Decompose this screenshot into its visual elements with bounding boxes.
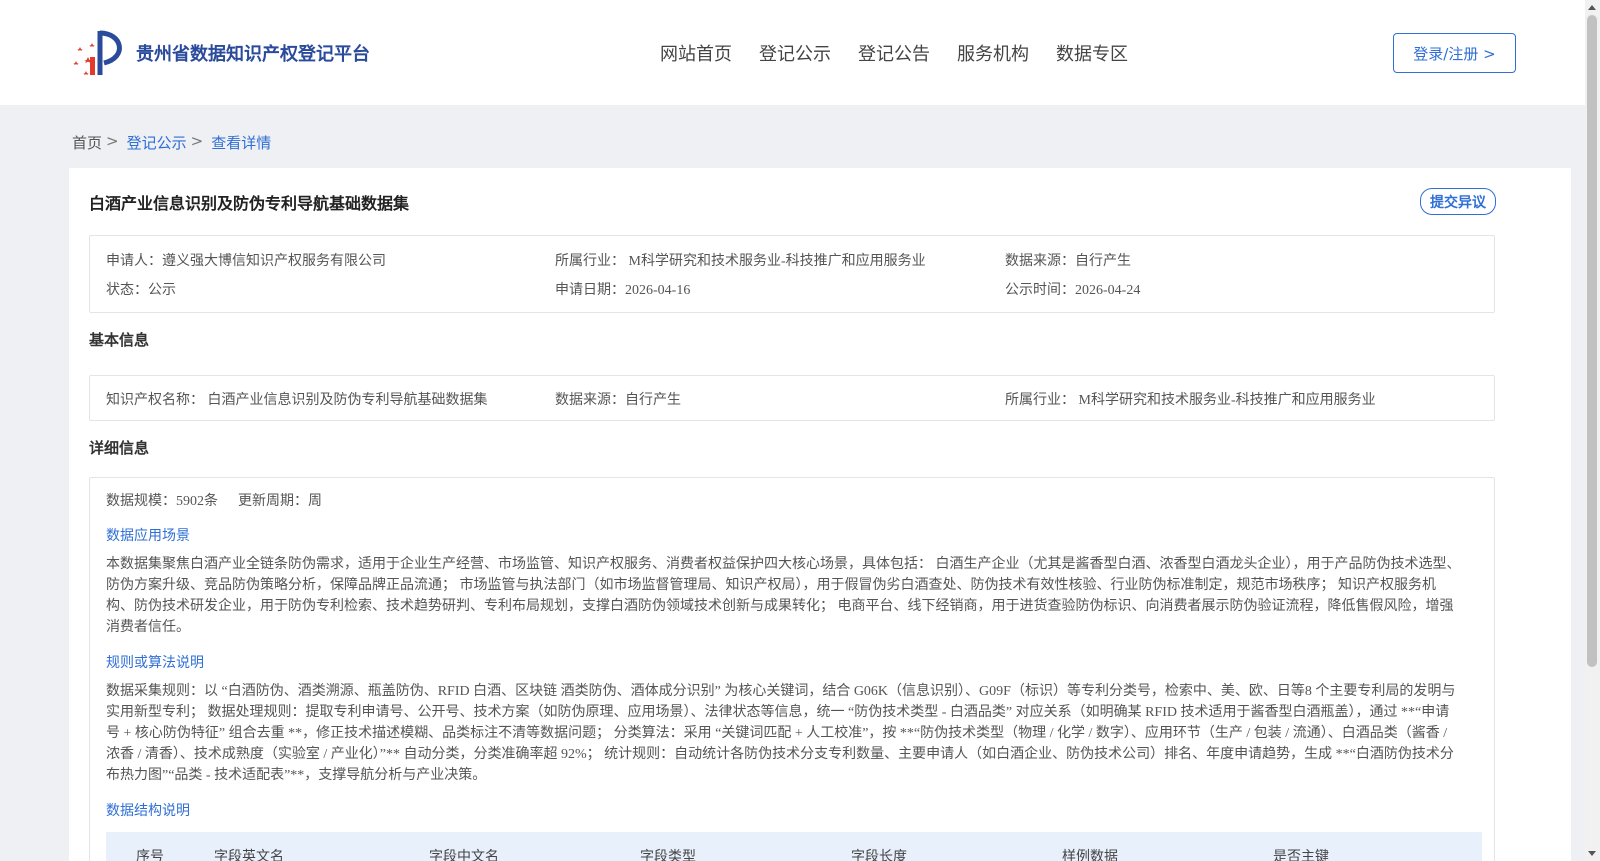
data-scale: 数据规模：5902条 [106,494,218,509]
detail-info-title: 详细信息 [89,439,150,457]
col-type: 字段类型 [640,848,696,861]
breadcrumb-separator: > [106,132,119,150]
logo-text: 贵州省数据知识产权登记平台 [136,44,370,65]
page-scrollbar[interactable] [1585,0,1600,861]
breadcrumb: 首页 > 登记公示 > 查看详情 [72,132,271,153]
industry: 所属行业： M科学研究和技术服务业-科技推广和应用服务业 [555,254,926,269]
data-structure-title: 数据结构说明 [106,802,190,818]
col-index: 序号 [136,848,164,861]
basic-industry: 所属行业： M科学研究和技术服务业-科技推广和应用服务业 [1005,393,1376,408]
breadcrumb-separator: > [190,132,204,150]
scale-line: 数据规模：5902条 更新周期：周 [106,490,322,510]
rules-title: 规则或算法说明 [106,654,204,670]
top-header: 贵州省数据知识产权登记平台 网站首页 登记公示 登记公告 服务机构 数据专区 登… [0,0,1585,105]
rules-text: 数据采集规则：以 “白酒防伪、酒类溯源、瓶盖防伪、RFID 白酒、区块链 酒类防… [106,684,1456,783]
breadcrumb-view-detail[interactable]: 查看详情 [211,132,271,153]
scrollbar-thumb[interactable] [1587,15,1597,667]
applicant: 申请人：遵义强大博信知识产权服务有限公司 [106,254,386,269]
ip-name: 知识产权名称： 白酒产业信息识别及防伪专利导航基础数据集 [106,393,488,408]
login-register-button[interactable]: 登录/注册 > [1393,33,1516,73]
basic-info-title: 基本信息 [89,331,150,349]
data-source: 数据来源：自行产生 [1005,254,1131,269]
dataset-title: 白酒产业信息识别及防伪专利导航基础数据集 [89,194,410,213]
submit-objection-button[interactable]: 提交异议 [1420,188,1496,215]
col-english-name: 字段英文名 [214,848,284,861]
breadcrumb-home[interactable]: 首页 [72,132,102,153]
nav-item-registration-publicity[interactable]: 登记公示 [759,40,831,66]
basic-info-box: 知识产权名称： 白酒产业信息识别及防伪专利导航基础数据集 数据来源：自行产生 所… [89,375,1495,421]
publish-time: 公示时间：2026-04-24 [1005,283,1141,298]
update-cycle: 更新周期：周 [238,494,322,509]
scroll-up-arrow-icon[interactable] [1588,5,1596,10]
platform-logo-icon [73,30,122,75]
col-sample: 样例数据 [1062,848,1118,861]
summary-box: 申请人：遵义强大博信知识产权服务有限公司 所属行业： M科学研究和技术服务业-科… [89,235,1495,313]
detail-card: 白酒产业信息识别及防伪专利导航基础数据集 提交异议 申请人：遵义强大博信知识产权… [69,168,1571,861]
col-chinese-name: 字段中文名 [429,848,499,861]
breadcrumb-registration-publicity[interactable]: 登记公示 [127,132,187,153]
structure-table-header: 序号 字段英文名 字段中文名 字段类型 字段长度 样例数据 是否主键 [106,832,1482,861]
status: 状态：公示 [106,283,176,298]
col-length: 字段长度 [851,848,907,861]
scroll-down-arrow-icon[interactable] [1588,851,1596,856]
nav-item-service-agencies[interactable]: 服务机构 [957,40,1029,66]
site-logo[interactable]: 贵州省数据知识产权登记平台 [70,27,370,79]
nav-item-registration-notice[interactable]: 登记公告 [858,40,930,66]
apply-date: 申请日期：2026-04-16 [555,283,691,298]
application-scenario-text: 本数据集聚焦白酒产业全链条防伪需求，适用于企业生产经营、市场监管、知识产权服务、… [106,557,1461,635]
main-nav: 网站首页 登记公示 登记公告 服务机构 数据专区 [660,40,1155,66]
application-scenario-title: 数据应用场景 [106,527,190,543]
nav-item-data-zone[interactable]: 数据专区 [1056,40,1128,66]
detail-info-box: 数据规模：5902条 更新周期：周 数据应用场景 本数据集聚焦白酒产业全链条防伪需… [89,477,1495,861]
nav-item-home[interactable]: 网站首页 [660,40,732,66]
basic-data-source: 数据来源：自行产生 [555,393,681,408]
col-primary-key: 是否主键 [1273,848,1329,861]
